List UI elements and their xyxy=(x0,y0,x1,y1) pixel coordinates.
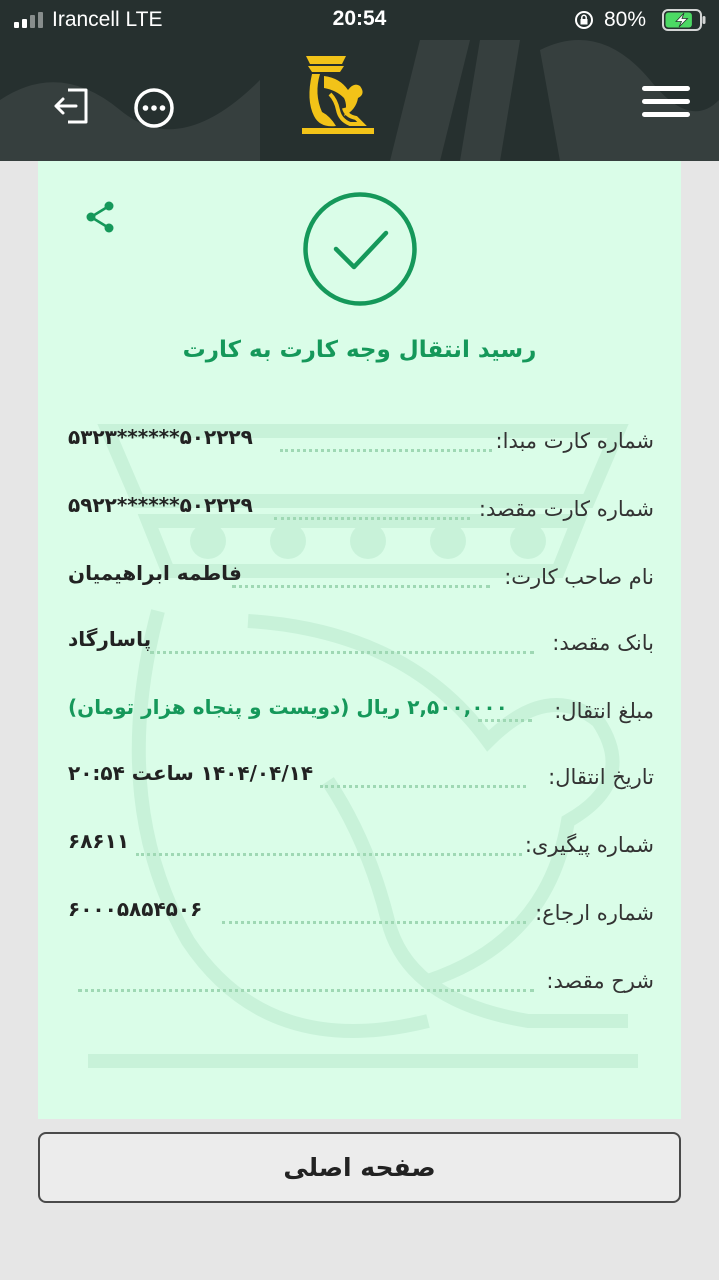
status-bar: Irancell LTE 20:54 80% xyxy=(0,0,719,40)
transfer-date-label: تاریخ انتقال: xyxy=(548,765,654,789)
destination-card-value: ۵۰۲۲۲۹******۵۹۲۲ xyxy=(68,493,253,517)
logout-icon[interactable] xyxy=(50,84,94,128)
dotted-leader xyxy=(78,989,534,992)
battery-charging-icon xyxy=(662,9,706,31)
detail-row-destination-bank: بانک مقصد: پاسارگاد xyxy=(64,625,654,665)
destination-description-label: شرح مقصد: xyxy=(546,969,654,993)
battery-percent: 80% xyxy=(604,8,647,31)
dotted-leader xyxy=(150,651,534,654)
dotted-leader xyxy=(274,517,470,520)
receipt-title: رسید انتقال وجه کارت به کارت xyxy=(182,337,537,363)
detail-row-card-holder: نام صاحب کارت: فاطمه ابراهیمیان xyxy=(64,559,654,599)
reference-number-label: شماره ارجاع: xyxy=(535,901,654,925)
source-card-label: شماره کارت مبدا: xyxy=(495,429,654,453)
transfer-amount-label: مبلغ انتقال: xyxy=(554,699,654,723)
destination-bank-value: پاسارگاد xyxy=(68,627,152,651)
dotted-leader xyxy=(232,585,490,588)
success-check-icon xyxy=(303,192,417,306)
share-icon[interactable] xyxy=(82,199,118,235)
destination-card-label: شماره کارت مقصد: xyxy=(478,497,654,521)
dotted-leader xyxy=(136,853,522,856)
orientation-lock-icon xyxy=(575,11,593,29)
destination-bank-label: بانک مقصد: xyxy=(552,631,654,655)
app-header xyxy=(0,40,719,161)
detail-row-transfer-amount: مبلغ انتقال: ۲,۵۰۰,۰۰۰ ریال (دویست و پنج… xyxy=(64,693,654,733)
more-options-icon[interactable] xyxy=(132,86,176,130)
transfer-date-value: ۱۴۰۴/۰۴/۱۴ ساعت ۲۰:۵۴ xyxy=(68,761,314,785)
reference-number-value: ۶۰۰۰۵۸۵۴۵۰۶ xyxy=(68,897,203,921)
detail-row-tracking-number: شماره پیگیری: ۶۸۶۱۱ xyxy=(64,827,654,867)
bank-logo xyxy=(302,56,374,134)
receipt-torn-edge xyxy=(38,1100,681,1116)
tracking-number-label: شماره پیگیری: xyxy=(524,833,654,857)
card-holder-label: نام صاحب کارت: xyxy=(504,565,654,589)
home-page-button[interactable]: صفحه اصلی xyxy=(38,1132,681,1203)
detail-row-source-card: شماره کارت مبدا: ۵۰۲۲۲۹******۵۳۲۳ xyxy=(64,423,654,463)
detail-row-destination-description: شرح مقصد: xyxy=(64,963,654,1003)
card-holder-value: فاطمه ابراهیمیان xyxy=(68,561,242,585)
transfer-amount-value: ۲,۵۰۰,۰۰۰ ریال (دویست و پنجاه هزار تومان… xyxy=(68,695,508,719)
source-card-value: ۵۰۲۲۲۹******۵۳۲۳ xyxy=(68,425,253,449)
dotted-leader xyxy=(222,921,526,924)
hamburger-menu-icon[interactable] xyxy=(640,82,692,122)
detail-row-reference-number: شماره ارجاع: ۶۰۰۰۵۸۵۴۵۰۶ xyxy=(64,895,654,935)
dotted-leader xyxy=(478,719,532,722)
receipt-card: رسید انتقال وجه کارت به کارت شماره کارت … xyxy=(38,161,681,1119)
detail-row-transfer-date: تاریخ انتقال: ۱۴۰۴/۰۴/۱۴ ساعت ۲۰:۵۴ xyxy=(64,759,654,799)
dotted-leader xyxy=(280,449,492,452)
detail-row-destination-card: شماره کارت مقصد: ۵۰۲۲۲۹******۵۹۲۲ xyxy=(64,491,654,531)
tracking-number-value: ۶۸۶۱۱ xyxy=(68,829,130,853)
dotted-leader xyxy=(320,785,526,788)
